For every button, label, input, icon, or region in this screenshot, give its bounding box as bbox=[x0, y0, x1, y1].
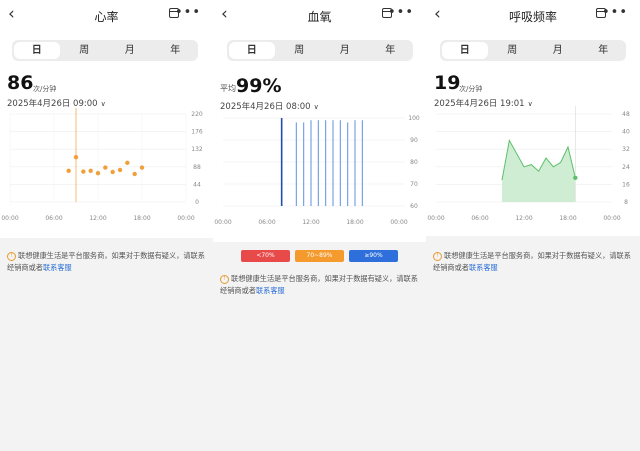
chevron-down-icon: ∨ bbox=[100, 100, 106, 108]
info-icon: ! bbox=[220, 274, 229, 284]
tab-year[interactable]: 年 bbox=[368, 40, 414, 61]
data-point bbox=[573, 175, 578, 180]
header: ‹ 血氧 ••• bbox=[213, 0, 426, 30]
data-point bbox=[81, 169, 86, 174]
y-tick-label: 132 bbox=[191, 146, 203, 153]
y-tick-label: 44 bbox=[193, 181, 201, 188]
tab-year[interactable]: 年 bbox=[153, 40, 199, 61]
x-tick-label: 12:00 bbox=[302, 219, 319, 226]
average-label: 平均 bbox=[220, 84, 236, 93]
y-tick-label: 32 bbox=[622, 146, 630, 153]
tab-week[interactable]: 周 bbox=[490, 40, 536, 61]
more-icon[interactable]: ••• bbox=[602, 5, 628, 20]
notice-text: 联想健康生活是平台服务商，如果对于数据有疑义，请联系经销商或者 bbox=[220, 274, 418, 295]
data-point bbox=[125, 160, 130, 165]
tab-day[interactable]: 日 bbox=[229, 42, 275, 59]
spo2-value: 99% bbox=[236, 75, 282, 97]
header: ‹ 心率 ••• bbox=[0, 0, 213, 30]
notice: ! 联想健康生活是平台服务商，如果对于数据有疑义，请联系经销商或者联系客服 bbox=[433, 250, 632, 274]
data-point bbox=[73, 155, 79, 160]
x-tick-label: 00:00 bbox=[177, 215, 194, 222]
tab-month[interactable]: 月 bbox=[107, 40, 153, 61]
y-tick-label: 16 bbox=[622, 181, 630, 188]
tab-month[interactable]: 月 bbox=[322, 40, 368, 61]
y-tick-label: 48 bbox=[622, 111, 630, 118]
y-tick-label: 70 bbox=[410, 181, 418, 188]
info-icon: ! bbox=[7, 251, 16, 261]
tab-month[interactable]: 月 bbox=[535, 40, 581, 61]
heart-rate-unit: 次/分钟 bbox=[33, 85, 57, 93]
data-point bbox=[132, 171, 137, 177]
contact-support-link[interactable]: 联系客服 bbox=[469, 263, 498, 272]
legend-mid: 70~89% bbox=[295, 250, 344, 262]
respiratory-rate-value: 19 bbox=[434, 72, 461, 94]
period-tabs: 日 周 月 年 bbox=[227, 40, 413, 61]
period-tabs: 日 周 月 年 bbox=[440, 40, 626, 61]
contact-support-link[interactable]: 联系客服 bbox=[256, 286, 285, 295]
data-point bbox=[66, 168, 71, 173]
y-tick-label: 8 bbox=[624, 199, 628, 206]
x-tick-label: 18:00 bbox=[346, 219, 363, 226]
y-tick-label: 100 bbox=[408, 115, 420, 122]
y-tick-label: 24 bbox=[622, 164, 630, 171]
x-tick-label: 00:00 bbox=[603, 215, 620, 222]
tab-week[interactable]: 周 bbox=[277, 40, 323, 61]
more-icon[interactable]: ••• bbox=[388, 5, 414, 20]
x-tick-label: 06:00 bbox=[471, 215, 488, 222]
spo2-panel: ‹ 血氧 ••• 日 周 月 年 平均 99% 2025年4月26日 08:00… bbox=[213, 0, 426, 451]
data-point bbox=[117, 167, 123, 173]
x-tick-label: 06:00 bbox=[258, 219, 275, 226]
x-tick-label: 18:00 bbox=[559, 215, 576, 222]
x-tick-label: 06:00 bbox=[45, 215, 62, 222]
respiratory-rate-card: ‹ 呼吸频率 ••• 日 周 月 年 19 次/分钟 2025年4月26日 19… bbox=[426, 0, 640, 236]
spo2-card: ‹ 血氧 ••• 日 周 月 年 平均 99% 2025年4月26日 08:00… bbox=[213, 0, 426, 242]
y-tick-label: 176 bbox=[191, 129, 203, 136]
spo2-chart[interactable]: 100 90 80 70 60 00:00 06:00 12:00 18:00 00:00 bbox=[213, 110, 426, 230]
x-tick-label: 12:00 bbox=[89, 215, 106, 222]
legend-low: <70% bbox=[241, 250, 290, 262]
more-icon[interactable]: ••• bbox=[175, 5, 201, 20]
data-point bbox=[103, 165, 108, 170]
x-tick-label: 12:00 bbox=[515, 215, 532, 222]
y-tick-label: 40 bbox=[622, 129, 630, 136]
y-tick-label: 220 bbox=[191, 111, 203, 118]
notice-text: 联想健康生活是平台服务商，如果对于数据有疑义，请联系经销商或者 bbox=[433, 251, 631, 272]
x-tick-label: 00:00 bbox=[427, 215, 444, 222]
heart-rate-chart[interactable]: 220 176 132 88 44 0 00:00 06:00 12:00 18:00 00:00 bbox=[0, 108, 213, 228]
period-tabs: 日 周 月 年 bbox=[12, 40, 198, 61]
notice: ! 联想健康生活是平台服务商，如果对于数据有疑义，请联系经销商或者联系客服 bbox=[7, 250, 205, 274]
x-tick-label: 18:00 bbox=[133, 215, 150, 222]
x-tick-label: 00:00 bbox=[214, 219, 231, 226]
y-tick-label: 88 bbox=[193, 164, 201, 171]
notice-text: 联想健康生活是平台服务商，如果对于数据有疑义，请联系经销商或者 bbox=[7, 251, 205, 272]
heart-rate-value: 86 bbox=[7, 72, 34, 94]
tab-week[interactable]: 周 bbox=[62, 40, 108, 61]
respiratory-rate-unit: 次/分钟 bbox=[459, 85, 483, 93]
header: ‹ 呼吸频率 ••• bbox=[426, 0, 640, 30]
tab-day[interactable]: 日 bbox=[442, 42, 488, 59]
x-tick-label: 00:00 bbox=[1, 215, 18, 222]
heart-rate-panel: ‹ 心率 ••• 日 周 月 年 86 次/分钟 2025年4月26日 09:0… bbox=[0, 0, 213, 451]
y-tick-label: 80 bbox=[410, 159, 418, 166]
data-point bbox=[110, 169, 115, 175]
tab-day[interactable]: 日 bbox=[14, 42, 60, 59]
y-tick-label: 90 bbox=[410, 137, 418, 144]
contact-support-link[interactable]: 联系客服 bbox=[43, 263, 72, 272]
data-point bbox=[139, 165, 145, 170]
legend-high: ≥90% bbox=[349, 250, 398, 262]
tab-year[interactable]: 年 bbox=[581, 40, 627, 61]
y-tick-label: 0 bbox=[195, 199, 199, 206]
y-tick-label: 60 bbox=[410, 203, 418, 210]
heart-rate-card: ‹ 心率 ••• 日 周 月 年 86 次/分钟 2025年4月26日 09:0… bbox=[0, 0, 213, 238]
respiratory-rate-chart[interactable]: 48 40 32 24 16 8 00:00 06:00 12:00 18:00 00:00 bbox=[426, 106, 640, 226]
info-icon: ! bbox=[433, 251, 442, 261]
data-point bbox=[88, 168, 93, 173]
data-point bbox=[95, 171, 101, 176]
respiratory-rate-panel: ‹ 呼吸频率 ••• 日 周 月 年 19 次/分钟 2025年4月26日 19… bbox=[426, 0, 640, 451]
notice: ! 联想健康生活是平台服务商，如果对于数据有疑义，请联系经销商或者联系客服 bbox=[220, 273, 418, 297]
x-tick-label: 00:00 bbox=[390, 219, 407, 226]
